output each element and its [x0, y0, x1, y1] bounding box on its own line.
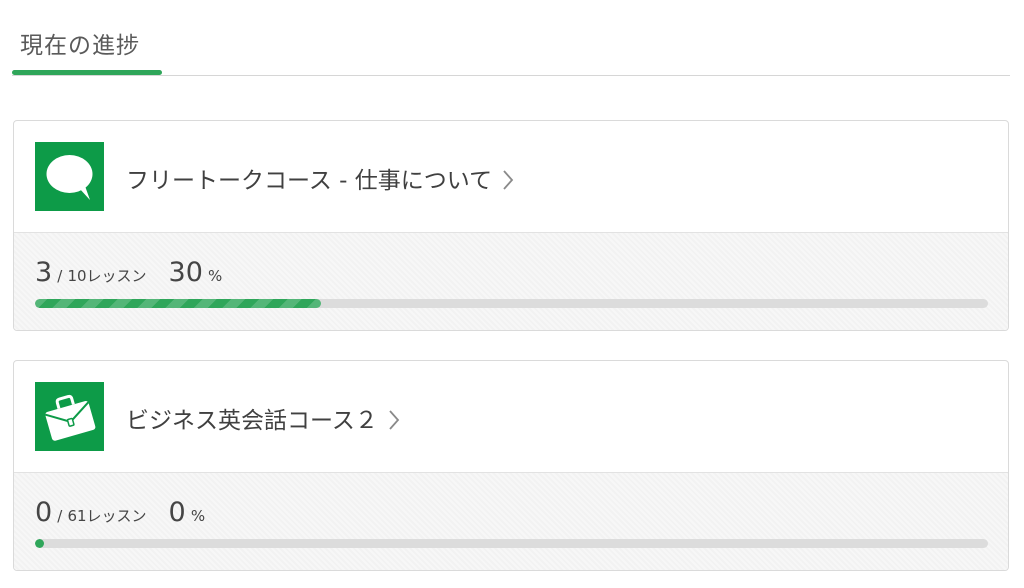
separator: /: [57, 507, 63, 525]
course-title[interactable]: ビジネス英会話コース２: [126, 401, 400, 437]
total-lessons: 10レッスン: [67, 267, 147, 285]
chevron-right-icon: [388, 409, 400, 437]
tab-bar: 現在の進捗: [12, 0, 1010, 76]
course-progress-section: 3 / 10レッスン 30 %: [14, 233, 1008, 330]
progress-start-dot: [35, 539, 44, 548]
separator: /: [57, 267, 63, 285]
completed-lessons: 3: [35, 257, 53, 288]
speech-bubble-icon: [35, 142, 104, 211]
course-card: フリートークコース - 仕事について 3 / 10レッスン 30 %: [13, 120, 1009, 331]
briefcase-icon: [35, 382, 104, 451]
course-title-text: ビジネス英会話コース２: [126, 408, 378, 434]
course-title-text: フリートークコース - 仕事について: [126, 168, 493, 194]
percent-sign: %: [207, 267, 223, 285]
percent-sign: %: [190, 507, 206, 525]
percent-value: 30: [168, 257, 203, 288]
tab-current-progress[interactable]: 現在の進捗: [20, 26, 140, 60]
chevron-right-icon: [502, 169, 514, 197]
lesson-stats: 3 / 10レッスン 30 %: [35, 257, 222, 288]
lesson-stats: 0 / 61レッスン 0 %: [35, 497, 205, 528]
progress-bar: [35, 539, 988, 548]
progress-bar: [35, 299, 988, 308]
percent-value: 0: [168, 497, 186, 528]
course-card: ビジネス英会話コース２ 0 / 61レッスン 0 %: [13, 360, 1009, 571]
course-link[interactable]: フリートークコース - 仕事について: [14, 121, 1008, 233]
progress-fill: [35, 299, 321, 308]
completed-lessons: 0: [35, 497, 53, 528]
course-progress-section: 0 / 61レッスン 0 %: [14, 473, 1008, 570]
active-tab-indicator: [12, 70, 162, 75]
total-lessons: 61レッスン: [67, 507, 147, 525]
progress-page: 現在の進捗 フリートークコース - 仕事について 3 / 10レッスン 30 %: [0, 0, 1024, 588]
course-link[interactable]: ビジネス英会話コース２: [14, 361, 1008, 473]
course-title[interactable]: フリートークコース - 仕事について: [126, 161, 514, 197]
